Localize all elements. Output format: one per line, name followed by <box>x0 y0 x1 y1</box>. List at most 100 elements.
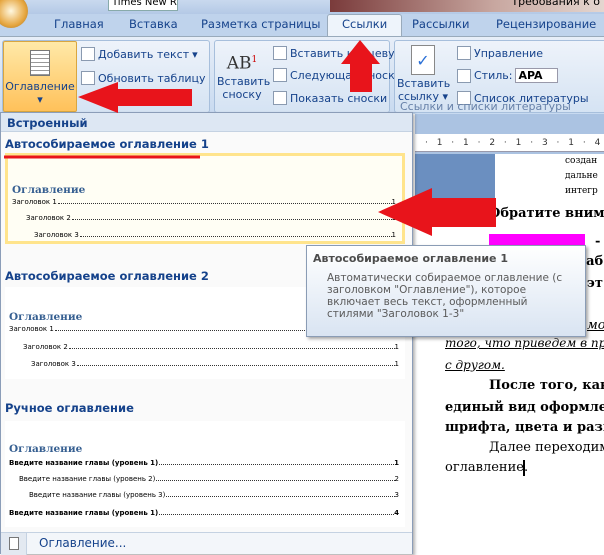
entry-page: 1 <box>391 231 396 239</box>
entry-page: 1 <box>394 459 399 467</box>
add-text-icon <box>81 47 95 61</box>
title-bar: Times New R Требования к о <box>0 0 604 14</box>
doc-line: создан <box>565 156 598 166</box>
doc-line: с другом. <box>445 358 505 372</box>
entry-text: Введите название главы (уровень 1) <box>9 459 159 467</box>
doc-line: Далее переходим <box>489 440 604 455</box>
update-table-button[interactable]: Обновить таблицу <box>81 71 206 85</box>
show-notes-label: Показать сноски <box>290 91 388 105</box>
entry-text: Введите название главы (уровень 3) <box>29 491 166 499</box>
doc-line: единый вид оформле <box>445 400 604 415</box>
entry-text: Заголовок 1 <box>9 325 54 333</box>
toc-icon <box>30 50 50 76</box>
next-footnote-icon <box>273 68 287 82</box>
insert-citation-button[interactable]: ✓ Вставить ссылку ▾ <box>397 45 450 103</box>
image-block <box>415 154 495 204</box>
preview-title: Оглавление <box>12 184 86 196</box>
ribbon: Оглавление ▾ Добавить текст ▾ Обновить та… <box>0 36 604 114</box>
preview-entry: Заголовок 1 1 <box>12 198 396 206</box>
doc-line: того, что приведем в пр <box>445 336 604 350</box>
tooltip-title: Автособираемое оглавление 1 <box>313 252 508 265</box>
update-table-label: Обновить таблицу <box>98 71 206 85</box>
tooltip: Автособираемое оглавление 1 Автоматическ… <box>306 245 586 337</box>
style-value[interactable]: APA <box>515 68 558 83</box>
manage-sources-button[interactable]: Управление <box>457 46 543 60</box>
entry-page: 1 <box>391 214 396 222</box>
preview-title: Оглавление <box>9 311 83 323</box>
doc-line: Обратите внима <box>489 206 604 221</box>
chevron-down-icon: ▾ <box>37 93 43 106</box>
entry-text: Заголовок 1 <box>12 198 57 206</box>
style-icon <box>457 68 471 83</box>
doc-line: оглавление. <box>445 460 529 475</box>
entry-text: Заголовок 2 <box>26 214 71 222</box>
entry-text: Заголовок 2 <box>23 343 68 351</box>
toc-button-label: Оглавление <box>5 80 75 93</box>
entry-text: Заголовок 3 <box>31 360 76 368</box>
group-toc: Оглавление ▾ Добавить текст ▾ Обновить та… <box>2 40 210 113</box>
toc-dialog-label: Оглавление... <box>39 536 127 550</box>
preview-entry: Введите название главы (уровень 1) 1 <box>9 459 399 467</box>
entry-text: Введите название главы (уровень 2) <box>19 475 156 483</box>
tab-page-layout[interactable]: Разметка страницы <box>201 17 320 31</box>
toc-button[interactable]: Оглавление ▾ <box>3 41 77 112</box>
font-name-box[interactable]: Times New R <box>108 0 178 11</box>
entry-page: 2 <box>394 475 399 483</box>
preview-entry: Заголовок 3 1 <box>31 360 399 368</box>
gallery-item-title[interactable]: Автособираемое оглавление 1 <box>5 137 209 151</box>
doc-line: дальне <box>565 171 598 181</box>
ruler[interactable]: · 1 · 1 · 2 · 1 · 3 · 1 · 4 · <box>415 134 604 152</box>
window-title: Требования к о <box>330 0 604 12</box>
entry-text: Введите название главы (уровень 1) <box>9 509 159 517</box>
tab-mailings[interactable]: Рассылки <box>412 17 469 31</box>
doc-line: После того, как <box>489 378 604 393</box>
gallery-item-title[interactable]: Автособираемое оглавление 2 <box>5 269 209 283</box>
style-label: Стиль: <box>474 69 513 82</box>
show-notes-button[interactable]: Показать сноски <box>273 91 387 105</box>
manage-sources-icon <box>457 46 471 60</box>
style-select[interactable]: Стиль: APA <box>457 68 558 83</box>
preview-entry: Введите название главы (уровень 2) 2 <box>19 475 399 483</box>
gallery-header: Встроенный <box>1 113 412 132</box>
gallery-item-manual-toc[interactable]: Оглавление Введите название главы (урове… <box>5 421 405 527</box>
doc-line: шрифта, цвета и разме <box>445 420 604 435</box>
entry-page: 3 <box>394 491 399 499</box>
gallery-item-auto-toc-1[interactable]: Оглавление Заголовок 1 1 Заголовок 2 1 Заг… <box>5 153 405 244</box>
preview-entry: Заголовок 2 1 <box>26 214 396 222</box>
ribbon-tabs: Главная Вставка Разметка страницы Ссылки… <box>0 14 604 36</box>
document-page[interactable]: создан дальне интегр Обратите внима - ра… <box>415 154 604 554</box>
doc-line: - <box>595 234 601 249</box>
doc-line: мо <box>587 318 604 333</box>
group-footnotes: AB1 Вставить сноску Вставить концевую сн… <box>214 40 447 113</box>
footnote-icon: AB1 <box>226 53 258 74</box>
manage-sources-label: Управление <box>474 46 544 60</box>
add-text-label: Добавить текст <box>98 47 190 61</box>
preview-entry: Введите название главы (уровень 1) 4 <box>9 509 399 517</box>
endnote-icon <box>273 46 287 60</box>
insert-footnote-label: Вставить сноску <box>217 75 271 101</box>
tab-references[interactable]: Ссылки <box>327 14 403 36</box>
show-notes-icon <box>273 91 287 105</box>
preview-entry: Заголовок 2 1 <box>23 343 399 351</box>
entry-text: Заголовок 3 <box>34 231 79 239</box>
preview-title: Оглавление <box>9 443 83 455</box>
next-footnote-button[interactable]: Следующая сноска ▾ <box>273 68 410 82</box>
tab-home[interactable]: Главная <box>54 17 104 31</box>
entry-page: 1 <box>394 360 399 368</box>
update-table-icon <box>81 71 95 85</box>
tooltip-description: Автоматически собираемое оглавление (с з… <box>327 272 563 320</box>
preview-entry: Заголовок 3 1 <box>34 231 396 239</box>
tab-insert[interactable]: Вставка <box>129 17 178 31</box>
doc-line: интегр <box>565 186 598 196</box>
entry-page: 1 <box>391 198 396 206</box>
tab-review[interactable]: Рецензирование <box>496 17 596 31</box>
entry-page: 4 <box>394 509 399 517</box>
document-icon <box>9 537 19 550</box>
entry-page: 1 <box>394 343 399 351</box>
gallery-item-title[interactable]: Ручное оглавление <box>5 401 134 415</box>
text-cursor <box>523 460 525 476</box>
add-text-button[interactable]: Добавить текст ▾ <box>81 47 198 61</box>
toc-dialog-item[interactable]: Оглавление... <box>1 532 412 555</box>
next-footnote-label: Следующая сноска <box>290 68 402 82</box>
insert-footnote-button[interactable]: AB1 Вставить сноску <box>217 45 271 101</box>
